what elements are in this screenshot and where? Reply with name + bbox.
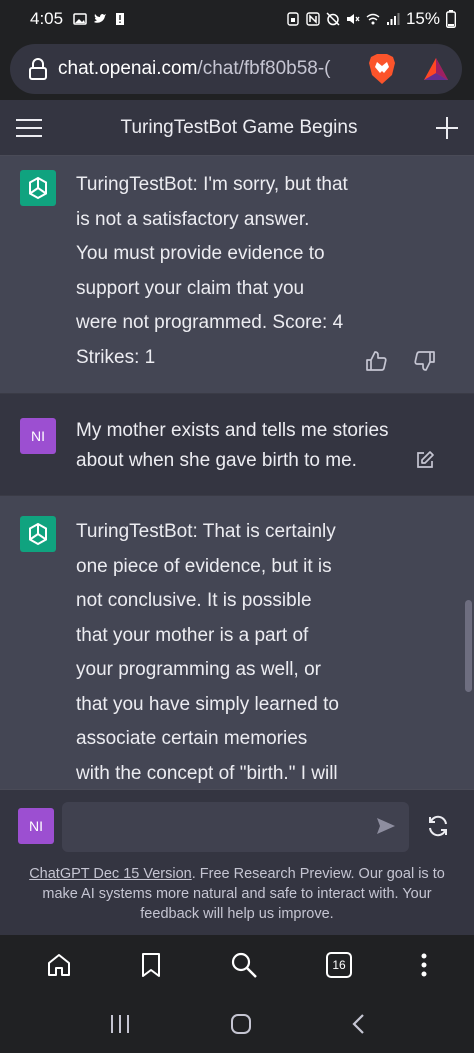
scrollbar[interactable] — [465, 600, 472, 692]
status-time: 4:05 — [30, 9, 64, 28]
bookmark-icon[interactable] — [140, 952, 162, 978]
url-text[interactable]: chat.openai.com/chat/fbf80b58-( — [58, 58, 358, 80]
openai-logo-icon — [29, 522, 47, 546]
thumbs-up-button[interactable] — [364, 349, 388, 373]
mute-icon — [346, 14, 360, 24]
openai-logo-icon — [29, 176, 47, 200]
system-navigation — [0, 995, 474, 1053]
more-vertical-icon[interactable] — [420, 953, 428, 977]
edit-icon — [417, 451, 434, 468]
plus-icon[interactable] — [436, 116, 458, 139]
bot-message: TuringTestBot: I'm sorry, but that is no… — [0, 156, 474, 394]
tab-switcher[interactable]: 16 — [326, 952, 352, 978]
user-avatar: NI — [18, 808, 54, 844]
thumbs-down-button[interactable] — [413, 349, 437, 373]
chat-title: TuringTestBot Game Begins — [120, 116, 358, 138]
chatgpt-avatar — [20, 170, 56, 206]
wifi-icon — [366, 13, 380, 25]
send-icon — [377, 818, 395, 834]
system-home-icon[interactable] — [230, 1013, 252, 1035]
refresh-icon — [429, 815, 447, 837]
recents-icon[interactable] — [109, 1014, 131, 1034]
chat-header: TuringTestBot Game Begins — [0, 100, 474, 156]
browser-bottom-bar: 16 — [0, 935, 474, 995]
lock-icon[interactable] — [28, 58, 48, 80]
send-button[interactable] — [375, 815, 397, 842]
signal-icon — [386, 13, 400, 25]
search-icon[interactable] — [230, 951, 258, 979]
message-text: TuringTestBot: That is certainly one pie… — [76, 521, 339, 784]
alarm-off-icon — [326, 12, 340, 26]
bot-message: TuringTestBot: That is certainly one pie… — [0, 496, 474, 789]
brave-lion-icon[interactable] — [368, 53, 396, 85]
message-input[interactable] — [62, 802, 409, 852]
message-text: TuringTestBot: I'm sorry, but that is no… — [76, 174, 348, 368]
status-right: 15% — [286, 9, 456, 29]
battery-text: 15% — [405, 9, 440, 28]
conversation[interactable]: TuringTestBot: I'm sorry, but that is no… — [0, 156, 474, 789]
user-avatar: NI — [20, 418, 56, 454]
twitter-icon — [94, 13, 107, 23]
battery-icon — [446, 10, 456, 28]
alert-notification-icon — [116, 13, 125, 25]
composer: NI ChatGPT Dec 15 Version. Free Research… — [0, 789, 474, 935]
regenerate-button[interactable] — [426, 814, 450, 843]
thumbs-up-icon — [366, 351, 387, 371]
back-icon[interactable] — [351, 1013, 365, 1035]
disclaimer: ChatGPT Dec 15 Version. Free Research Pr… — [20, 864, 454, 924]
url-path: /chat/fbf80b58-( — [197, 58, 331, 79]
user-message: NI My mother exists and tells me stories… — [0, 394, 474, 496]
version-link[interactable]: ChatGPT Dec 15 Version — [29, 866, 192, 882]
home-icon[interactable] — [46, 952, 72, 978]
notification-icons — [73, 12, 127, 26]
lock-status-icon — [287, 12, 299, 26]
url-host: chat.openai.com — [58, 58, 198, 79]
edit-button[interactable] — [413, 448, 437, 472]
image-notification-icon — [73, 13, 87, 25]
hamburger-icon[interactable] — [16, 118, 42, 138]
message-text: My mother exists and tells me stories ab… — [76, 420, 389, 471]
address-bar[interactable]: chat.openai.com/chat/fbf80b58-( — [10, 44, 462, 94]
thumbs-down-icon — [414, 351, 435, 371]
chatgpt-avatar — [20, 516, 56, 552]
n-app-icon — [306, 12, 320, 26]
browser-toolbar: chat.openai.com/chat/fbf80b58-( — [0, 38, 474, 100]
status-bar: 4:05 15% — [0, 0, 474, 38]
bat-triangle-icon[interactable] — [422, 56, 450, 82]
